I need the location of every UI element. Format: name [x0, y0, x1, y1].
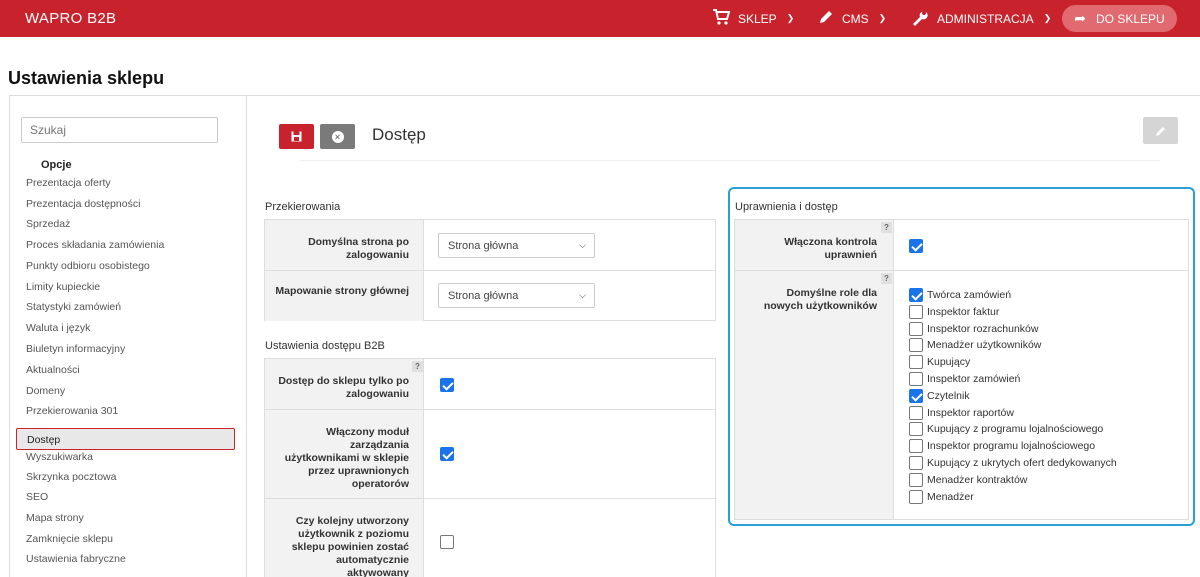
nav-cms-label: CMS: [842, 11, 869, 26]
nav-sklep-label: SKLEP: [738, 11, 777, 26]
save-button[interactable]: [279, 124, 314, 149]
default-page-label: Domyślna strona po zalogowaniu: [308, 236, 409, 261]
sidebar-item[interactable]: Limity kupieckie: [26, 281, 100, 293]
sidebar-item[interactable]: SEO: [26, 491, 48, 503]
top-navbar: WAPRO B2B SKLEP ❯ CMS ❯ ADMINISTRACJA ❯ …: [0, 0, 1200, 37]
home-mapping-value: Strona główna: [448, 290, 519, 302]
sidebar-item[interactable]: Skrzynka pocztowa: [26, 471, 116, 483]
sidebar-item[interactable]: Proces składania zamówienia: [26, 239, 164, 251]
sidebar-item[interactable]: Prezentacja dostępności: [26, 198, 140, 210]
login-only-checkbox[interactable]: [440, 378, 454, 392]
b2b-access-group-label: Ustawienia dostępu B2B: [265, 340, 385, 352]
b2b-row-login-only: ? Dostęp do sklepu tylko po zalogowaniu: [265, 359, 715, 410]
search-input[interactable]: [21, 117, 218, 143]
sidebar-item[interactable]: Dostęp: [16, 428, 235, 450]
sidebar-item[interactable]: Ustawienia fabryczne: [26, 553, 126, 565]
auto-activate-label: Czy kolejny utworzony użytkownik z pozio…: [291, 515, 409, 577]
page-title: Ustawienia sklepu: [8, 68, 165, 88]
b2b-row-user-management: Włączony moduł zarządzania użytkownikami…: [265, 410, 715, 499]
default-page-select[interactable]: Strona główna ⌵: [438, 233, 595, 258]
close-icon: ×: [331, 130, 344, 143]
help-icon[interactable]: ?: [412, 361, 423, 372]
sidebar-item[interactable]: Prezentacja oferty: [26, 177, 111, 189]
redirects-group-label: Przekierowania: [265, 201, 341, 213]
home-mapping-label: Mapowanie strony głównej: [275, 285, 409, 297]
redirect-row-default-page: Domyślna strona po zalogowaniu Strona gł…: [265, 220, 715, 271]
chevron-down-icon: ❯: [878, 13, 887, 23]
sidebar-item[interactable]: Wyszukiwarka: [26, 451, 93, 463]
go-to-shop-label: DO SKLEPU: [1096, 11, 1165, 26]
nav-administracja[interactable]: ADMINISTRACJA ❯: [911, 0, 1051, 37]
login-only-label: Dostęp do sklepu tylko po zalogowaniu: [278, 375, 409, 400]
chevron-down-icon: ⌵: [579, 290, 586, 300]
redirect-row-home-mapping: Mapowanie strony głównej Strona główna ⌵: [265, 271, 715, 321]
chevron-down-icon: ⌵: [579, 240, 586, 250]
nav-administracja-label: ADMINISTRACJA: [937, 11, 1034, 26]
chevron-down-icon: ❯: [1043, 13, 1052, 23]
sidebar: Opcje Prezentacja oferty Prezentacja dost…: [9, 95, 247, 577]
sidebar-item[interactable]: Sprzedaż: [26, 218, 70, 230]
b2b-row-auto-activate: Czy kolejny utworzony użytkownik z pozio…: [265, 499, 715, 577]
edit-button[interactable]: [1143, 117, 1178, 144]
auto-activate-checkbox[interactable]: [440, 535, 454, 549]
home-mapping-select[interactable]: Strona główna ⌵: [438, 283, 595, 308]
user-management-label: Włączony moduł zarządzania użytkownikami…: [284, 426, 409, 490]
pencil-icon: [1155, 126, 1165, 136]
pencil-icon: [818, 9, 834, 29]
redirects-panel: Domyślna strona po zalogowaniu Strona gł…: [264, 219, 716, 321]
header-divider: [300, 160, 1160, 161]
sidebar-item[interactable]: Biuletyn informacyjny: [26, 343, 125, 355]
content-divider: [247, 95, 1200, 96]
nav-sklep[interactable]: SKLEP ❯: [712, 0, 794, 37]
brand-logo[interactable]: WAPRO B2B: [25, 10, 116, 27]
cancel-button[interactable]: ×: [320, 124, 355, 149]
sidebar-item[interactable]: Mapa strony: [26, 512, 84, 524]
share-arrow-icon: ➦: [1074, 10, 1087, 26]
default-page-value: Strona główna: [448, 240, 519, 252]
sidebar-item[interactable]: Domeny: [26, 385, 65, 397]
sidebar-heading: Opcje: [41, 159, 72, 171]
section-title: Dostęp: [372, 125, 426, 144]
highlight-frame: [728, 187, 1195, 526]
sidebar-item[interactable]: Przekierowania 301: [26, 405, 118, 417]
go-to-shop-button[interactable]: ➦ DO SKLEPU: [1062, 5, 1177, 32]
sidebar-item[interactable]: Statystyki zamówień: [26, 301, 121, 313]
sidebar-item[interactable]: Zamknięcie sklepu: [26, 533, 113, 545]
sidebar-item[interactable]: Waluta i język: [26, 322, 90, 334]
wrench-icon: [911, 8, 929, 30]
sidebar-item[interactable]: Punkty odbioru osobistego: [26, 260, 150, 272]
floppy-icon: [291, 131, 302, 142]
b2b-access-panel: ? Dostęp do sklepu tylko po zalogowaniu …: [264, 358, 716, 577]
user-management-checkbox[interactable]: [440, 447, 454, 461]
cart-icon: [712, 8, 731, 29]
sidebar-item[interactable]: Aktualności: [26, 364, 80, 376]
chevron-down-icon: ❯: [786, 13, 795, 23]
nav-cms[interactable]: CMS ❯: [818, 0, 886, 37]
